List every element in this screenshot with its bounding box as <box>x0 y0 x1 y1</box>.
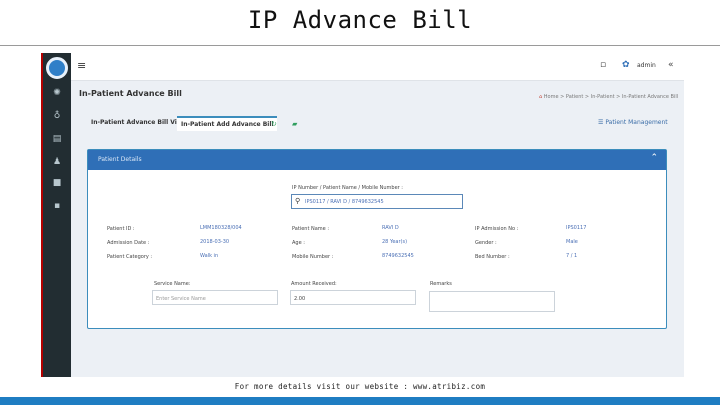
menu-toggle-icon[interactable]: ≡ <box>77 59 86 72</box>
footer-bar <box>0 397 720 405</box>
footer-website-text: For more details visit our website : www… <box>234 382 486 391</box>
billing-icon: ■ <box>52 178 62 188</box>
amount-received-label: Amount Received: <box>291 281 337 287</box>
sidebar-item-security[interactable]: ▪ <box>43 200 71 212</box>
sidebar-item-records[interactable]: ▤ <box>43 133 71 145</box>
remarks-textarea[interactable] <box>429 291 555 312</box>
notification-icon[interactable]: ▫ <box>600 60 606 70</box>
ip-admission-no-label: IP Admission No : <box>475 226 519 232</box>
bed-number-label: Bed Number : <box>475 254 510 260</box>
patient-id-value: LMM180328/004 <box>200 225 242 231</box>
title-divider <box>0 45 720 46</box>
dashboard-icon: ✺ <box>53 88 61 98</box>
gender-value: Male <box>566 239 578 245</box>
home-icon[interactable]: ⌂ <box>539 94 542 100</box>
panel-header[interactable]: Patient Details ⌃ <box>88 150 666 170</box>
patient-id-label: Patient ID : <box>107 226 135 232</box>
patient-search-value: IPS0117 / RAVI D / 8749632545 <box>305 199 384 205</box>
refresh-icon[interactable]: ↻ <box>271 120 277 128</box>
bed-number-value: 7 / 1 <box>566 253 578 259</box>
breadcrumb-inpatient[interactable]: In-Patient <box>591 94 615 100</box>
sidebar-item-patient[interactable]: ♟ <box>43 156 71 168</box>
remarks-label: Remarks <box>430 281 452 287</box>
page-title: In-Patient Advance Bill <box>79 89 182 98</box>
collapse-chevron-icon[interactable]: ⌃ <box>650 153 658 163</box>
app-logo <box>46 57 68 79</box>
sidebar: ✺ ♁ ▤ ♟ ■ ▪ <box>43 53 71 377</box>
tab-add-advance-bill[interactable]: In-Patient Add Advance Bill <box>177 116 278 131</box>
admission-date-label: Admission Date : <box>107 240 150 246</box>
mobile-number-label: Mobile Number : <box>292 254 334 260</box>
user-name[interactable]: admin <box>637 62 656 69</box>
patient-management-label: Patient Management <box>605 119 668 126</box>
age-value: 28 Year(s) <box>382 239 408 245</box>
service-name-input[interactable]: Enter Service Name <box>152 290 278 305</box>
top-bar: ≡ ▫ ✿ admin « <box>71 53 684 81</box>
age-label: Age : <box>292 240 305 246</box>
sidebar-item-doctor[interactable]: ♁ <box>43 110 71 122</box>
ip-admission-no-value: IPS0117 <box>566 225 587 231</box>
breadcrumb-current: In-Patient Advance Bill <box>621 94 679 100</box>
breadcrumb-home[interactable]: Home <box>544 94 559 100</box>
amount-received-input[interactable]: 2.00 <box>290 290 416 305</box>
breadcrumb: ⌂ Home > Patient > In-Patient > In-Patie… <box>539 94 679 100</box>
patient-search-label: IP Number / Patient Name / Mobile Number… <box>292 185 403 191</box>
panel-title: Patient Details <box>98 156 142 163</box>
expand-icon[interactable]: « <box>668 60 674 70</box>
sidebar-item-billing[interactable]: ■ <box>43 177 71 189</box>
slide-title: IP Advance Bill <box>247 6 473 34</box>
settings-icon[interactable]: ✿ <box>622 60 630 70</box>
service-name-label: Service Name: <box>154 281 191 287</box>
patient-management-link[interactable]: ☰ Patient Management <box>598 119 668 126</box>
sidebar-item-dashboard[interactable]: ✺ <box>43 87 71 99</box>
search-icon: ⚲ <box>295 197 301 205</box>
mobile-number-value: 8749632545 <box>382 253 414 259</box>
patient-category-value: Walk in <box>200 253 219 259</box>
patient-name-label: Patient Name : <box>292 226 330 232</box>
patient-category-label: Patient Category : <box>107 254 153 260</box>
admission-date-value: 2018-03-30 <box>200 239 230 245</box>
patient-details-panel: Patient Details ⌃ IP Number / Patient Na… <box>87 149 667 329</box>
lock-icon: ▪ <box>53 201 61 211</box>
patient-name-value: RAVI D <box>382 225 399 231</box>
stethoscope-icon: ♁ <box>53 111 61 121</box>
breadcrumb-patient[interactable]: Patient <box>566 94 583 100</box>
records-icon: ▤ <box>52 134 62 144</box>
tab-advance-bill-view[interactable]: In-Patient Advance Bill View <box>87 116 190 129</box>
print-icon[interactable]: ▰ <box>292 120 297 128</box>
user-icon: ♟ <box>52 157 62 167</box>
list-icon: ☰ <box>598 119 604 126</box>
patient-search-input[interactable]: ⚲ IPS0117 / RAVI D / 8749632545 <box>291 194 463 209</box>
gender-label: Gender : <box>475 240 497 246</box>
app-screenshot: ✺ ♁ ▤ ♟ ■ ▪ ≡ ▫ ✿ admin « In-Patient Adv… <box>41 53 684 377</box>
